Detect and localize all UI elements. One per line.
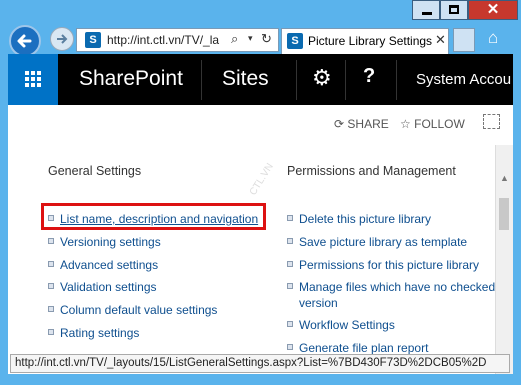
bullet <box>287 283 293 289</box>
action-bar: ⟳ SHARE ☆ FOLLOW <box>8 105 513 145</box>
advanced-settings-link[interactable]: Advanced settings <box>60 258 158 272</box>
save-as-template-link[interactable]: Save picture library as template <box>299 235 467 249</box>
app-launcher-button[interactable] <box>8 54 58 105</box>
bullet <box>287 238 293 244</box>
bullet <box>48 238 54 244</box>
help-icon[interactable]: ? <box>363 65 375 88</box>
forward-button[interactable] <box>50 27 74 51</box>
divider <box>201 60 202 100</box>
minimize-button[interactable] <box>412 0 440 20</box>
bullet <box>48 306 54 312</box>
dropdown-arrow-icon[interactable]: ▾ <box>248 33 253 44</box>
bullet <box>287 215 293 221</box>
back-button[interactable] <box>9 25 41 57</box>
bullet <box>48 283 54 289</box>
sites-link[interactable]: Sites <box>222 67 269 91</box>
bullet <box>48 329 54 335</box>
sharepoint-favicon-icon: S <box>85 32 101 48</box>
suite-bar: SharePoint Sites ⚙ ? System Accou <box>8 54 513 105</box>
gear-icon[interactable]: ⚙ <box>312 65 332 91</box>
watermark: CTL.VN <box>247 161 276 198</box>
address-url: http://int.ctl.vn/TV/_la <box>107 33 220 47</box>
star-icon: ☆ <box>400 117 411 131</box>
follow-button[interactable]: ☆ FOLLOW <box>400 117 465 131</box>
bullet <box>287 261 293 267</box>
browser-window: ✕ S http://int.ctl.vn/TV/_la ⌕ ▾ ↻ S Pic… <box>0 0 521 385</box>
share-button[interactable]: ⟳ SHARE <box>334 117 389 131</box>
arrow-left-icon <box>17 34 32 48</box>
scrollbar-thumb[interactable] <box>499 198 509 230</box>
status-bar: http://int.ctl.vn/TV/_layouts/15/ListGen… <box>10 354 510 373</box>
share-icon: ⟳ <box>334 117 345 131</box>
versioning-settings-link[interactable]: Versioning settings <box>60 235 161 249</box>
divider <box>396 60 397 100</box>
address-bar[interactable]: S http://int.ctl.vn/TV/_la ⌕ ▾ ↻ <box>76 28 279 52</box>
bullet <box>287 321 293 327</box>
new-tab-button[interactable] <box>453 28 475 52</box>
scroll-up-icon[interactable]: ▲ <box>500 173 509 183</box>
bullet <box>48 261 54 267</box>
sharepoint-tab-icon: S <box>287 33 303 49</box>
home-icon[interactable]: ⌂ <box>488 28 498 48</box>
search-icon[interactable]: ⌕ <box>231 31 238 47</box>
refresh-icon[interactable]: ↻ <box>261 31 272 47</box>
account-menu[interactable]: System Accou <box>416 71 511 88</box>
close-button[interactable]: ✕ <box>468 0 518 20</box>
bullet <box>287 344 293 350</box>
vertical-scrollbar[interactable]: ▲ <box>495 145 513 374</box>
arrow-right-icon <box>57 34 68 44</box>
tab-close-icon[interactable]: ✕ <box>435 32 446 48</box>
manage-checked-out-files-link-cont[interactable]: version <box>299 296 338 310</box>
highlight-box <box>41 203 266 230</box>
file-plan-report-link[interactable]: Generate file plan report <box>299 341 428 355</box>
delete-picture-library-link[interactable]: Delete this picture library <box>299 212 431 226</box>
tab-picture-library-settings[interactable]: S Picture Library Settings ✕ <box>281 28 449 54</box>
focus-mode-icon[interactable] <box>483 114 500 129</box>
brand-label[interactable]: SharePoint <box>79 67 183 91</box>
permissions-heading: Permissions and Management <box>287 164 456 178</box>
status-url: http://int.ctl.vn/TV/_layouts/15/ListGen… <box>15 357 487 369</box>
divider <box>296 60 297 100</box>
page-viewport: SharePoint Sites ⚙ ? System Accou ⟳ SHAR… <box>8 54 513 374</box>
rating-settings-link[interactable]: Rating settings <box>60 326 139 340</box>
validation-settings-link[interactable]: Validation settings <box>60 280 157 294</box>
column-default-value-settings-link[interactable]: Column default value settings <box>60 303 217 317</box>
workflow-settings-link[interactable]: Workflow Settings <box>299 318 395 332</box>
tab-title: Picture Library Settings <box>308 34 433 48</box>
maximize-button[interactable] <box>440 0 468 20</box>
manage-checked-out-files-link[interactable]: Manage files which have no checked i <box>299 280 501 294</box>
follow-label: FOLLOW <box>414 117 465 131</box>
share-label: SHARE <box>347 117 389 131</box>
divider <box>345 60 346 100</box>
permissions-link[interactable]: Permissions for this picture library <box>299 258 479 272</box>
general-settings-heading: General Settings <box>48 164 142 178</box>
